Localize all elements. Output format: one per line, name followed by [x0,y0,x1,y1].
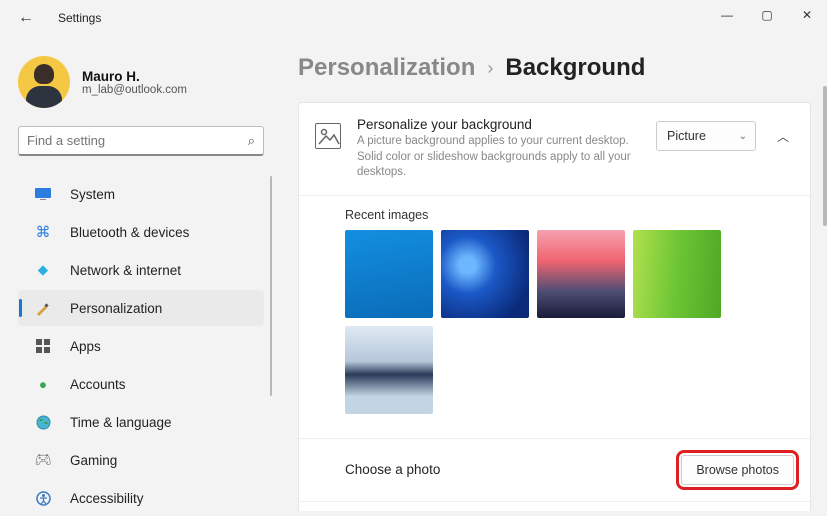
breadcrumb-parent[interactable]: Personalization [298,54,475,82]
sidebar-item-label: Apps [70,339,101,354]
collapse-button[interactable]: ︿ [772,121,794,151]
content-scrollbar[interactable] [823,86,827,226]
recent-image-5[interactable] [345,326,433,414]
sidebar-item-label: Gaming [70,453,117,468]
profile-email: m_lab@outlook.com [82,84,187,96]
profile-block[interactable]: Mauro H. m_lab@outlook.com [18,56,264,108]
search-input-wrapper[interactable]: ⌕ [18,126,264,156]
maximize-button[interactable]: ▢ [747,0,787,30]
close-button[interactable]: ✕ [787,0,827,30]
select-value: Picture [667,129,706,143]
sidebar-item-label: System [70,187,115,202]
recent-image-1[interactable] [345,230,433,318]
gaming-icon: 🎮︎ [34,452,52,468]
sidebar-item-system[interactable]: System [18,176,264,212]
sidebar-item-time[interactable]: Time & language [18,404,264,440]
chevron-down-icon: ⌄ [739,131,747,142]
sidebar-item-gaming[interactable]: 🎮︎ Gaming [18,442,264,478]
search-icon: ⌕ [248,133,255,149]
recent-image-3[interactable] [537,230,625,318]
sidebar-item-accounts[interactable]: ● Accounts [18,366,264,402]
avatar [18,56,70,108]
recent-image-4[interactable] [633,230,721,318]
sidebar-item-apps[interactable]: Apps [18,328,264,364]
profile-name: Mauro H. [82,69,187,84]
chevron-right-icon: › [487,58,493,79]
app-title: Settings [58,11,101,25]
browse-photos-button[interactable]: Browse photos [681,455,794,485]
background-mode-select[interactable]: Picture ⌄ [656,121,756,151]
wifi-icon: ◆ [34,262,52,278]
apps-icon [34,339,52,353]
sidebar-item-label: Personalization [70,301,162,316]
time-icon [34,415,52,430]
sidebar-item-bluetooth[interactable]: ⌘ Bluetooth & devices [18,214,264,250]
personalization-icon [34,300,52,316]
bluetooth-icon: ⌘ [34,223,52,241]
sidebar-item-label: Accounts [70,377,126,392]
sidebar-scrollbar[interactable] [270,176,272,396]
card-title: Personalize your background [357,117,640,132]
accounts-icon: ● [34,377,52,392]
sidebar-item-label: Accessibility [70,491,144,506]
sidebar-item-network[interactable]: ◆ Network & internet [18,252,264,288]
sidebar-item-label: Time & language [70,415,172,430]
chevron-up-icon: ︿ [777,128,789,145]
picture-icon [315,123,341,149]
breadcrumb-current: Background [505,54,645,82]
sidebar-item-label: Network & internet [70,263,181,278]
breadcrumb: Personalization › Background [298,54,811,82]
recent-image-2[interactable] [441,230,529,318]
minimize-button[interactable]: — [707,0,747,30]
back-button[interactable]: ← [18,9,36,27]
accessibility-icon [34,491,52,506]
choose-photo-label: Choose a photo [345,462,440,477]
system-icon [34,188,52,200]
recent-images-label: Recent images [345,208,794,222]
sidebar-item-personalization[interactable]: Personalization [18,290,264,326]
card-desc: A picture background applies to your cur… [357,134,637,181]
search-input[interactable] [27,133,248,148]
sidebar-item-label: Bluetooth & devices [70,225,189,240]
